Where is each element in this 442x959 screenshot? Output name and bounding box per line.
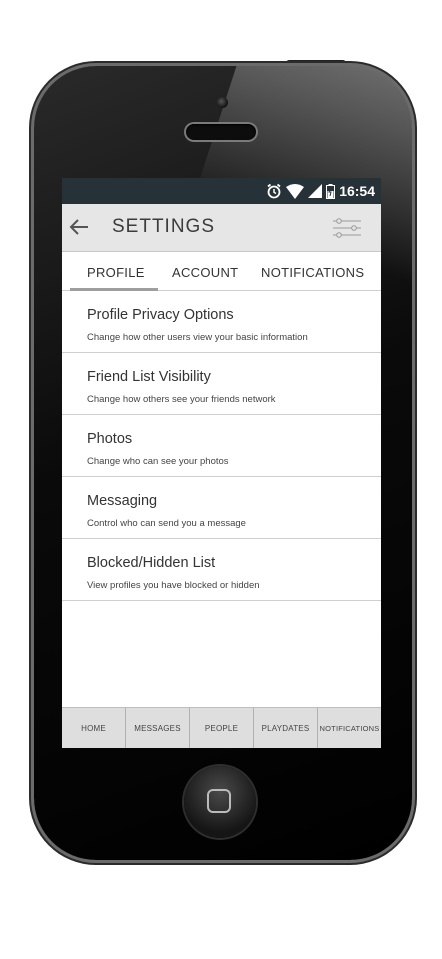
list-item-subtitle: Change how other users view your basic i…: [87, 332, 308, 343]
back-arrow-icon[interactable]: [68, 217, 90, 237]
tab-profile[interactable]: PROFILE: [87, 265, 145, 280]
settings-tabs: PROFILE ACCOUNT NOTIFICATIONS: [62, 252, 381, 291]
list-item-subtitle: Change who can see your photos: [87, 456, 229, 467]
setting-photos[interactable]: Photos Change who can see your photos: [62, 415, 381, 477]
list-item-title: Friend List Visibility: [87, 369, 211, 385]
alarm-icon: [267, 183, 281, 199]
status-time: 16:54: [339, 183, 375, 199]
bottom-navigation: HOME MESSAGES PEOPLE PLAYDATES NOTIFICAT…: [62, 707, 381, 748]
filter-settings-icon[interactable]: [332, 217, 362, 239]
setting-blocked-hidden-list[interactable]: Blocked/Hidden List View profiles you ha…: [62, 539, 381, 601]
nav-playdates[interactable]: PLAYDATES: [254, 708, 318, 748]
list-item-title: Photos: [87, 431, 133, 447]
list-item-subtitle: View profiles you have blocked or hidden: [87, 580, 260, 591]
nav-notifications[interactable]: NOTIFICATIONS: [318, 708, 381, 748]
nav-people[interactable]: PEOPLE: [190, 708, 254, 748]
page-title: SETTINGS: [112, 216, 216, 237]
home-hardware-button[interactable]: [184, 766, 256, 838]
setting-messaging[interactable]: Messaging Control who can send you a mes…: [62, 477, 381, 539]
front-camera: [217, 97, 228, 108]
list-item-title: Profile Privacy Options: [87, 307, 234, 323]
list-item-title: Messaging: [87, 493, 158, 509]
status-bar: 16:54: [62, 178, 381, 204]
list-item-title: Blocked/Hidden List: [87, 555, 216, 571]
battery-icon: [326, 183, 336, 199]
tab-notifications[interactable]: NOTIFICATIONS: [261, 265, 364, 280]
setting-profile-privacy[interactable]: Profile Privacy Options Change how other…: [62, 291, 381, 353]
setting-friend-list-visibility[interactable]: Friend List Visibility Change how others…: [62, 353, 381, 415]
earpiece-speaker: [186, 124, 256, 140]
nav-messages[interactable]: MESSAGES: [126, 708, 190, 748]
tab-account[interactable]: ACCOUNT: [172, 265, 238, 280]
app-screen: 16:54 SETTINGS PROFILE ACCOUNT NOTIFICAT…: [62, 178, 381, 748]
home-square-icon: [207, 789, 231, 813]
settings-list: Profile Privacy Options Change how other…: [62, 291, 381, 601]
wifi-icon: [286, 183, 305, 199]
list-item-subtitle: Change how others see your friends netwo…: [87, 394, 276, 405]
app-header: SETTINGS: [62, 204, 381, 252]
nav-home[interactable]: HOME: [62, 708, 126, 748]
list-item-subtitle: Control who can send you a message: [87, 518, 246, 529]
signal-icon: [308, 184, 323, 198]
